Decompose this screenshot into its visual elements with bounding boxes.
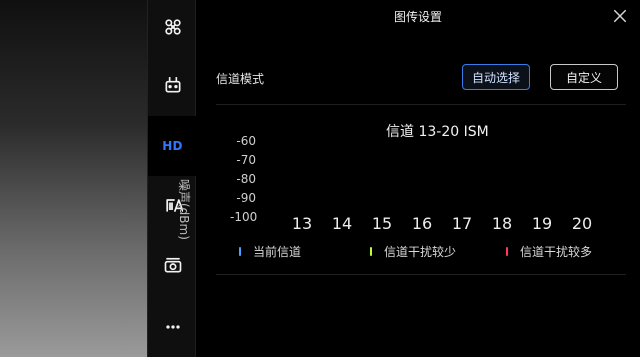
close-icon bbox=[612, 9, 628, 28]
chart-x-tick: 19 bbox=[531, 214, 553, 233]
section-divider bbox=[216, 104, 626, 105]
sidebar-item-aircraft[interactable] bbox=[148, 0, 197, 58]
chart-y-tick: -80 bbox=[236, 172, 256, 186]
more-dots-icon bbox=[163, 317, 183, 341]
chart-x-tick: 15 bbox=[371, 214, 393, 233]
chart-y-tick: -100 bbox=[230, 210, 258, 224]
chart-y-tick: -90 bbox=[236, 191, 256, 205]
page-title: 图传设置 bbox=[393, 10, 442, 24]
legend-swatch-current-channel bbox=[239, 246, 241, 256]
chart-x-tick: 18 bbox=[491, 214, 513, 233]
sidebar-item-camera[interactable] bbox=[148, 238, 197, 296]
camera-preview-background bbox=[0, 0, 147, 357]
legend-label: 信道干扰较多 bbox=[520, 244, 593, 259]
auto-select-button[interactable]: 自动选择 bbox=[462, 64, 530, 90]
legend-less-interference: 信道干扰较少 bbox=[370, 242, 456, 260]
app-root: HD 图传设置 信道模式 自动选择 自定义 信道 13-20 ISM 噪声(dB… bbox=[0, 0, 640, 357]
chart-x-tick: 13 bbox=[291, 214, 313, 233]
chart-x-tick: 17 bbox=[451, 214, 473, 233]
camera-icon bbox=[163, 255, 183, 279]
legend-swatch-less-interference bbox=[370, 246, 372, 256]
chart-y-tick: -60 bbox=[236, 134, 256, 148]
drone-icon bbox=[163, 17, 183, 41]
chart-y-tick: -70 bbox=[236, 153, 256, 167]
bottom-divider bbox=[216, 274, 626, 275]
close-button[interactable] bbox=[612, 8, 628, 24]
chart-x-tick: 20 bbox=[571, 214, 593, 233]
chart-x-tick: 16 bbox=[411, 214, 433, 233]
legend-swatch-more-interference bbox=[506, 246, 508, 256]
sidebar-item-remote-controller[interactable] bbox=[148, 58, 197, 116]
chart-x-tick: 14 bbox=[331, 214, 353, 233]
remote-controller-icon bbox=[163, 75, 183, 99]
legend-label: 当前信道 bbox=[253, 244, 302, 259]
custom-button[interactable]: 自定义 bbox=[550, 64, 618, 90]
sidebar-item-hd[interactable]: HD bbox=[148, 116, 197, 176]
legend-current-channel: 当前信道 bbox=[239, 242, 301, 260]
legend-more-interference: 信道干扰较多 bbox=[506, 242, 592, 260]
image-transmission-settings-panel: 图传设置 信道模式 自动选择 自定义 信道 13-20 ISM 噪声(dBm) … bbox=[177, 0, 640, 357]
chart-y-axis-label: 噪声(dBm) bbox=[177, 179, 191, 240]
channel-mode-label: 信道模式 bbox=[216, 72, 265, 86]
hd-label: HD bbox=[162, 139, 183, 153]
legend-label: 信道干扰较少 bbox=[384, 244, 457, 259]
sidebar-item-more[interactable] bbox=[148, 300, 197, 357]
chart-title: 信道 13-20 ISM bbox=[386, 124, 489, 140]
